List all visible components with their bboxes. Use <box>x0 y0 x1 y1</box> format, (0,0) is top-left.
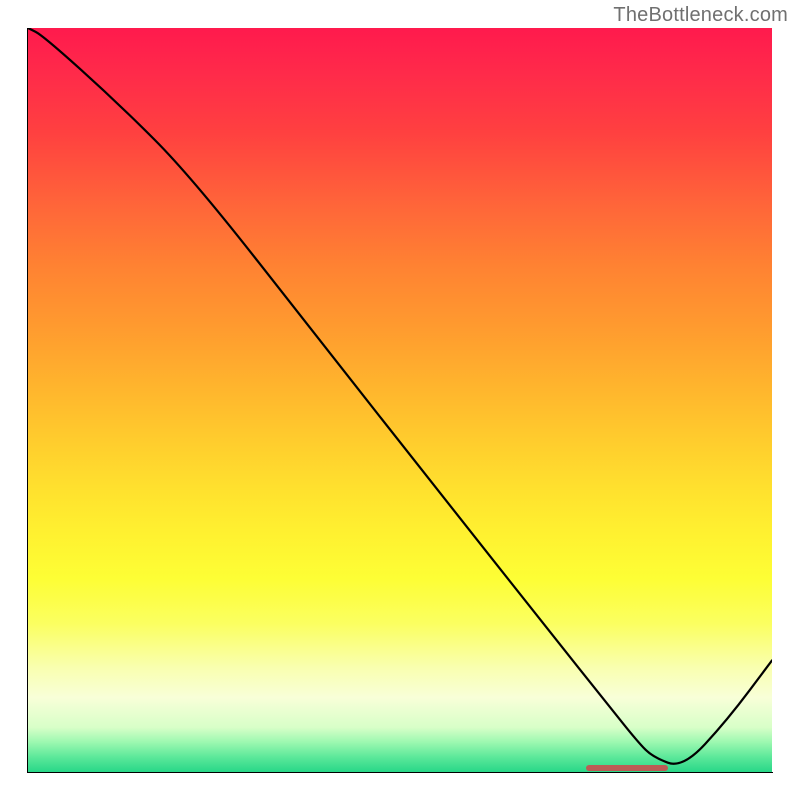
y-axis-line <box>27 28 28 773</box>
chart-plot-area <box>28 28 772 772</box>
bottleneck-curve-line <box>28 28 772 764</box>
line-chart-svg <box>28 28 772 772</box>
x-axis-line <box>27 772 773 773</box>
watermark-text: TheBottleneck.com <box>613 4 788 27</box>
optimal-range-marker <box>586 765 668 771</box>
